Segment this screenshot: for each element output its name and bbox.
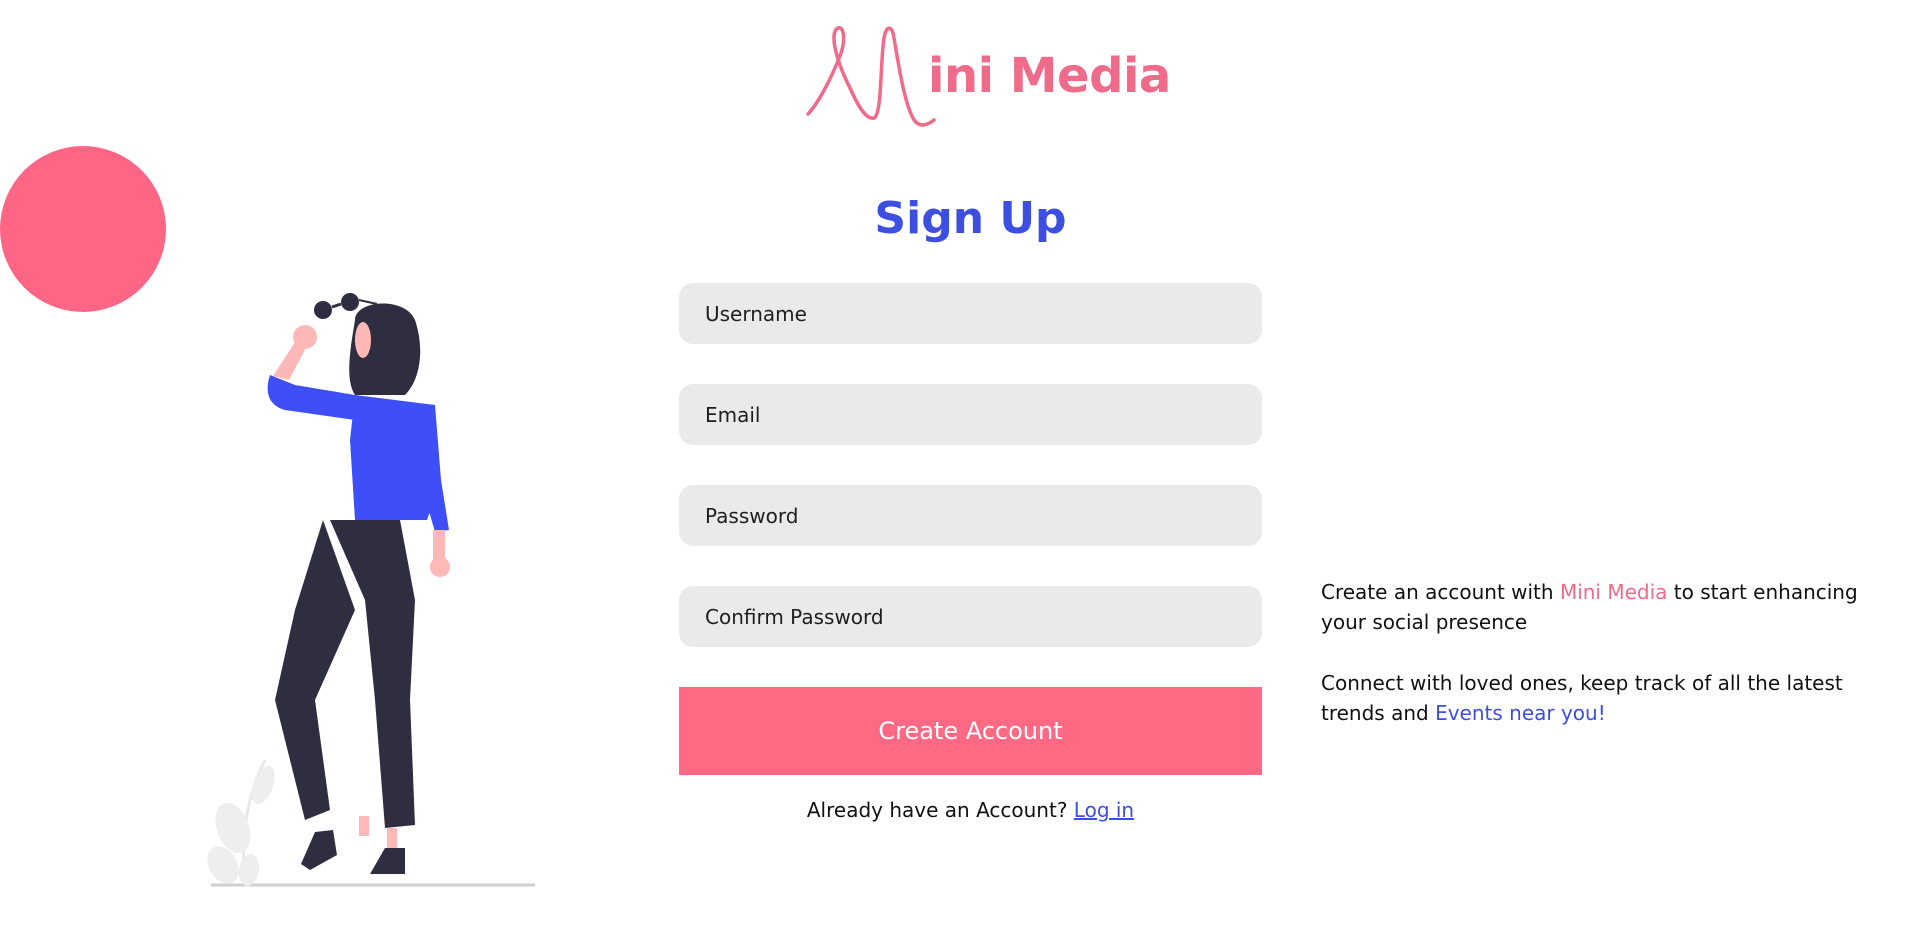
- login-prompt: Already have an Account? Log in: [679, 798, 1262, 822]
- promo-paragraph-2: Connect with loved ones, keep track of a…: [1321, 668, 1881, 728]
- confirm-password-input[interactable]: [679, 586, 1262, 647]
- brand-logo[interactable]: ini Media: [800, 16, 1171, 134]
- page-title: Sign Up: [874, 193, 1067, 244]
- brand-highlight: Mini Media: [1559, 580, 1668, 604]
- events-highlight: Events near you!: [1435, 701, 1606, 725]
- decorative-circle: [0, 146, 166, 312]
- login-link[interactable]: Log in: [1074, 798, 1134, 822]
- woman-illustration: [205, 280, 545, 900]
- brand-name: ini Media: [928, 48, 1171, 104]
- email-field-wrap: [679, 384, 1262, 445]
- promo-text-1a: Create an account with: [1321, 580, 1554, 604]
- confirm-password-field-wrap: [679, 586, 1262, 647]
- create-account-button[interactable]: Create Account: [679, 687, 1262, 775]
- plant-icon: [207, 759, 275, 886]
- promo-paragraph-1: Create an account with Mini Media to sta…: [1321, 577, 1881, 637]
- promo-text: Create an account with Mini Media to sta…: [1321, 577, 1881, 759]
- password-field-wrap: [679, 485, 1262, 546]
- login-prompt-text: Already have an Account?: [806, 798, 1068, 822]
- password-input[interactable]: [679, 485, 1262, 546]
- signup-form: Sign Up Create Account Already have an A…: [679, 185, 1262, 822]
- username-input[interactable]: [679, 283, 1262, 344]
- email-input[interactable]: [679, 384, 1262, 445]
- username-field-wrap: [679, 283, 1262, 344]
- signup-page: ini Media Sign Up Username Email Create …: [0, 0, 1919, 951]
